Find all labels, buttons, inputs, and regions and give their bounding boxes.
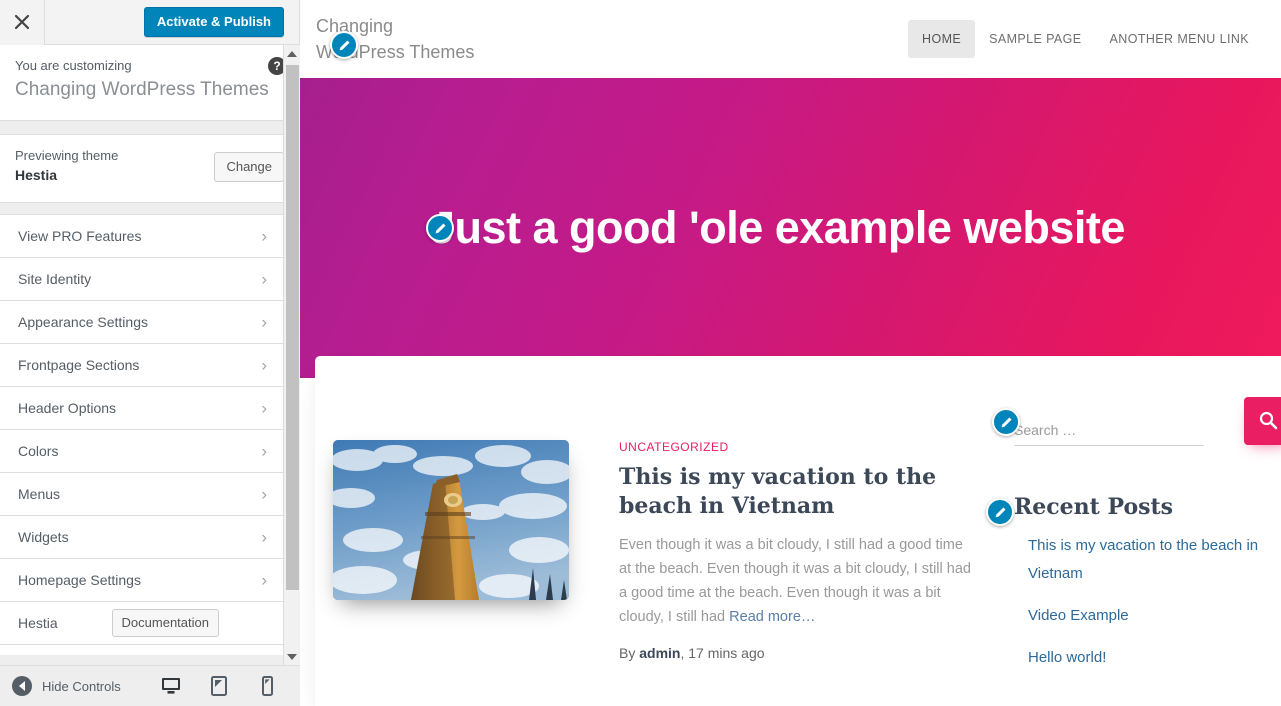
tablet-preview-icon[interactable] (206, 673, 232, 699)
previewing-theme-panel: Previewing theme Hestia Change (0, 135, 299, 203)
chevron-right-icon: › (261, 226, 267, 246)
recent-post-link[interactable]: This is my vacation to the beach in Viet… (1028, 537, 1258, 582)
site-menu: HOME SAMPLE PAGE ANOTHER MENU LINK (908, 20, 1263, 58)
sidebar-scrollbar[interactable] (283, 45, 300, 665)
customizing-site-title: Changing WordPress Themes (15, 79, 269, 100)
hero-title: Just a good 'ole example website (430, 202, 1125, 253)
customizer-sidebar: Activate & Publish You are customizing C… (0, 0, 300, 706)
nav-link-home[interactable]: HOME (908, 20, 976, 58)
recent-posts-heading: Recent Posts (986, 494, 1264, 526)
sidebar-item-additional-css[interactable]: Additional CSS › (0, 645, 283, 655)
post-category[interactable]: UNCATEGORIZED (619, 440, 979, 454)
nav-link-sample-page[interactable]: SAMPLE PAGE (975, 20, 1095, 58)
sidebar-item-hestia[interactable]: Hestia Documentation (0, 602, 283, 645)
customizer-footer: Hide Controls (0, 665, 300, 706)
sidebar-item-appearance-settings[interactable]: Appearance Settings › (0, 301, 283, 344)
recent-post-link[interactable]: Hello world! (1028, 649, 1106, 666)
panel-separator (0, 121, 299, 135)
panel-label: Hestia (18, 615, 58, 631)
sidebar-item-frontpage-sections[interactable]: Frontpage Sections › (0, 344, 283, 387)
site-brand: Changing WordPress Themes (316, 13, 486, 65)
post-body: UNCATEGORIZED This is my vacation to the… (569, 440, 979, 661)
hero-banner: Just a good 'ole example website (300, 78, 1281, 378)
chevron-right-icon: › (261, 398, 267, 418)
read-more-link[interactable]: Read more… (729, 609, 815, 625)
scroll-down-arrow-icon[interactable] (284, 648, 300, 665)
panel-label: Header Options (18, 400, 117, 416)
list-item: Hello world! (1028, 644, 1264, 672)
post-time: , 17 mins ago (680, 645, 765, 661)
desktop-preview-icon[interactable] (158, 673, 184, 699)
chevron-right-icon: › (261, 441, 267, 461)
panel-label: Frontpage Sections (18, 357, 140, 373)
mobile-preview-icon[interactable] (254, 673, 280, 699)
post-thumbnail[interactable] (333, 440, 569, 600)
search-icon (1258, 410, 1278, 433)
sidebar-item-site-identity[interactable]: Site Identity › (0, 258, 283, 301)
close-icon[interactable] (0, 0, 45, 45)
content-card: UNCATEGORIZED This is my vacation to the… (315, 356, 1281, 706)
list-item: This is my vacation to the beach in Viet… (1028, 532, 1264, 588)
site-preview-frame: Changing WordPress Themes HOME SAMPLE PA… (300, 0, 1281, 706)
search-widget (992, 397, 1281, 446)
chevron-right-icon: › (261, 527, 267, 547)
chevron-right-icon: › (261, 570, 267, 590)
list-item: Video Example (1028, 602, 1264, 630)
sidebar-item-view-pro-features[interactable]: View PRO Features › (0, 215, 283, 258)
sidebar-item-homepage-settings[interactable]: Homepage Settings › (0, 559, 283, 602)
panel-label: Colors (18, 443, 59, 459)
sidebar-item-menus[interactable]: Menus › (0, 473, 283, 516)
chevron-right-icon: › (261, 355, 267, 375)
hide-controls-label: Hide Controls (42, 678, 121, 694)
recent-posts-list: This is my vacation to the beach in Viet… (1014, 532, 1264, 672)
panel-separator-2 (0, 203, 299, 215)
site-navbar: Changing WordPress Themes HOME SAMPLE PA… (300, 0, 1281, 78)
post-meta: By admin, 17 mins ago (619, 645, 979, 661)
search-button[interactable] (1244, 397, 1281, 445)
chevron-right-icon: › (261, 484, 267, 504)
panel-label: Site Identity (18, 271, 92, 287)
change-theme-button[interactable]: Change (214, 152, 284, 182)
recent-posts-heading-text: Recent Posts (1014, 494, 1174, 520)
customizer-header: Activate & Publish (0, 0, 299, 45)
post-excerpt: Even though it was a bit cloudy, I still… (619, 533, 979, 629)
customizer-screen: Activate & Publish You are customizing C… (0, 0, 1281, 706)
activate-and-publish-button[interactable]: Activate & Publish (143, 7, 284, 37)
chevron-right-icon: › (261, 312, 267, 332)
edit-pencil-icon[interactable] (426, 214, 454, 242)
customizer-panel-list: View PRO Features › Site Identity › Appe… (0, 215, 283, 655)
scrollbar-thumb[interactable] (286, 65, 299, 590)
nav-link-another-menu-link[interactable]: ANOTHER MENU LINK (1096, 20, 1263, 58)
customizing-label: You are customizing (15, 58, 132, 73)
customizing-info-panel: You are customizing Changing WordPress T… (0, 45, 299, 121)
post-author[interactable]: admin (639, 645, 680, 661)
sidebar-item-widgets[interactable]: Widgets › (0, 516, 283, 559)
recent-post-link[interactable]: Video Example (1028, 607, 1129, 624)
panel-label: View PRO Features (18, 228, 142, 244)
scroll-up-arrow-icon[interactable] (284, 45, 300, 62)
sidebar-item-colors[interactable]: Colors › (0, 430, 283, 473)
chevron-right-icon: › (261, 269, 267, 289)
panel-label: Appearance Settings (18, 314, 148, 330)
sidebar-item-header-options[interactable]: Header Options › (0, 387, 283, 430)
edit-pencil-icon[interactable] (992, 408, 1020, 436)
post-title[interactable]: This is my vacation to the beach in Viet… (619, 463, 979, 521)
edit-pencil-icon[interactable] (330, 31, 358, 59)
panel-label: Homepage Settings (18, 572, 141, 588)
collapse-arrow-icon (12, 676, 32, 696)
search-input[interactable] (1014, 416, 1204, 446)
hide-controls-button[interactable]: Hide Controls (0, 676, 121, 696)
panel-label: Menus (18, 486, 61, 502)
edit-pencil-icon[interactable] (986, 498, 1014, 526)
sidebar-widgets: Recent Posts This is my vacation to the … (986, 397, 1281, 686)
documentation-button[interactable]: Documentation (111, 609, 219, 637)
device-preview-switcher (158, 673, 300, 699)
panel-label: Widgets (18, 529, 69, 545)
post-meta-by: By (619, 645, 640, 661)
